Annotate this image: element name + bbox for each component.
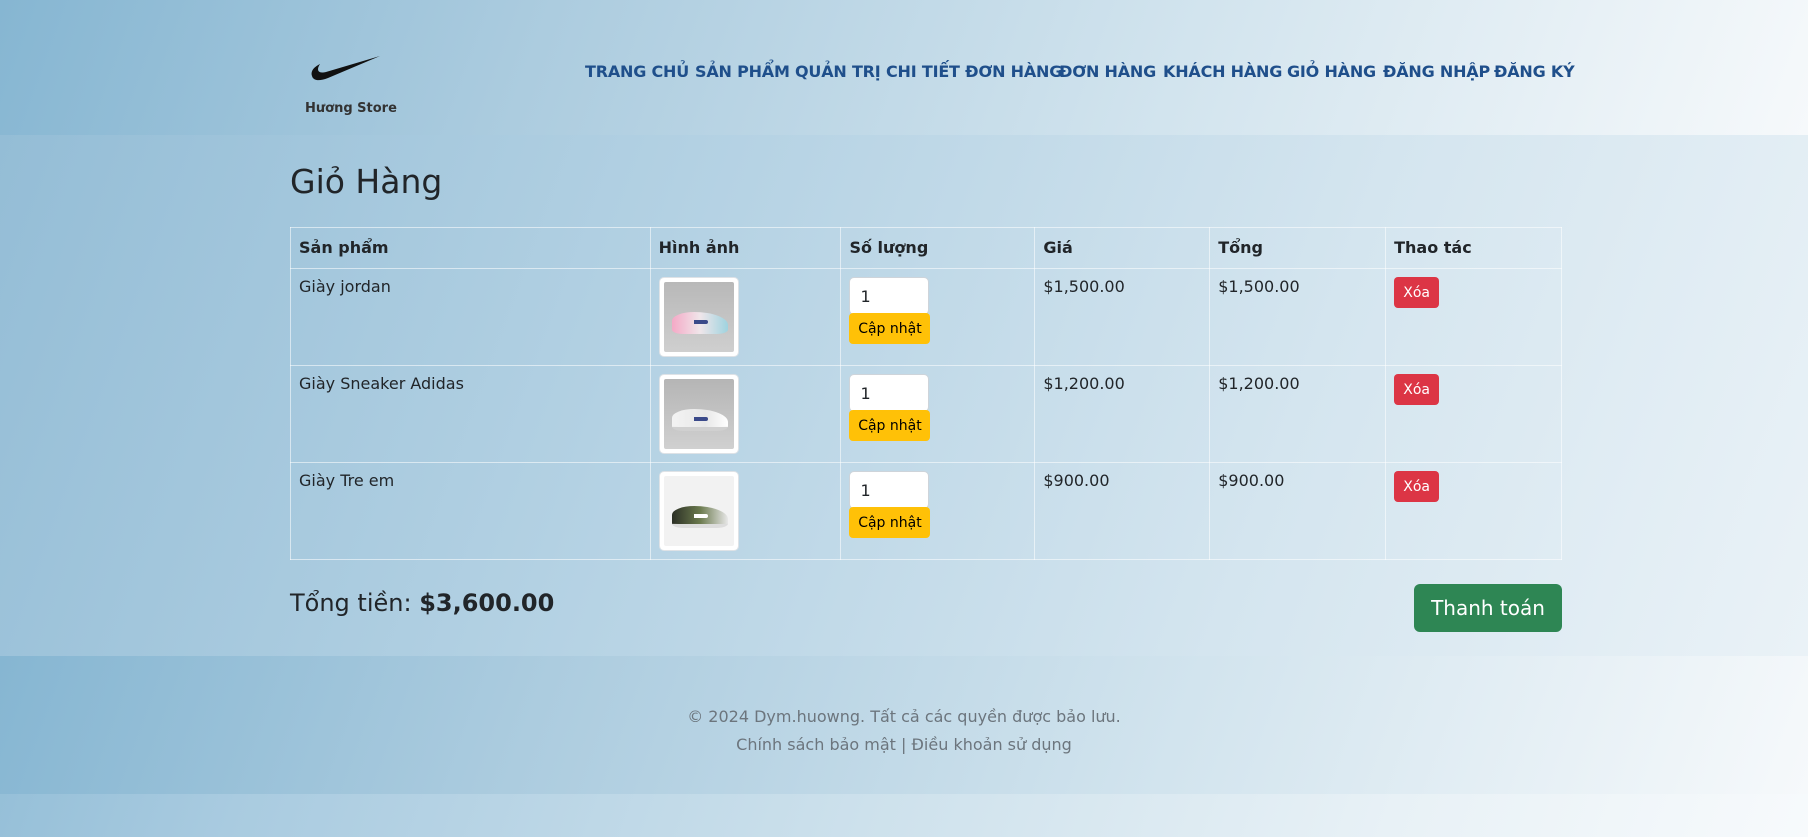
cart-total: Tổng tiền: $3,600.00 <box>290 589 554 617</box>
col-header-image: Hình ảnh <box>649 227 842 269</box>
footer-separator: | <box>901 735 907 754</box>
quantity-input[interactable] <box>849 471 930 509</box>
delete-button[interactable]: Xóa <box>1394 374 1440 405</box>
cart-total-amount: $3,600.00 <box>419 589 555 617</box>
col-header-quantity: Số lượng <box>840 227 1036 269</box>
nav-item-order-details[interactable]: CHI TIẾT ĐƠN HÀNG <box>886 62 1062 81</box>
col-header-product: Sản phẩm <box>290 227 651 269</box>
line-total-cell: $1,200.00 <box>1209 365 1387 463</box>
sneaker-white-image <box>658 374 739 454</box>
price-cell: $900.00 <box>1034 462 1211 560</box>
nav-item-home[interactable]: TRANG CHỦ <box>585 62 689 81</box>
quantity-input[interactable] <box>849 374 930 412</box>
delete-button[interactable]: Xóa <box>1394 471 1440 502</box>
table-row: Giày jordan Cập nhật $1,500.00 $1,500.00… <box>290 268 1562 366</box>
cart-total-label: Tổng tiền: <box>290 589 412 617</box>
nav-item-admin[interactable]: QUẢN TRỊ <box>795 62 881 81</box>
brand-name: Hương Store <box>305 101 397 116</box>
table-header-row: Sản phẩm Hình ảnh Số lượng Giá Tổng Thao… <box>290 227 1562 269</box>
product-name: Giày Tre em <box>290 462 651 560</box>
sneaker-pink-image <box>658 277 739 357</box>
update-button[interactable]: Cập nhật <box>849 507 931 538</box>
brand-logo[interactable]: Hương Store <box>298 48 398 122</box>
product-name: Giày jordan <box>290 268 651 366</box>
col-header-total: Tổng <box>1209 227 1387 269</box>
nav-item-register[interactable]: ĐĂNG KÝ <box>1494 62 1575 81</box>
update-button[interactable]: Cập nhật <box>849 313 931 344</box>
product-name: Giày Sneaker Adidas <box>290 365 651 463</box>
terms-of-use-link[interactable]: Điều khoản sử dụng <box>912 735 1072 754</box>
privacy-policy-link[interactable]: Chính sách bảo mật <box>736 735 896 754</box>
nav-item-customers[interactable]: KHÁCH HÀNG <box>1163 62 1282 81</box>
line-total-cell: $1,500.00 <box>1209 268 1387 366</box>
price-cell: $1,200.00 <box>1034 365 1211 463</box>
nav-item-login[interactable]: ĐĂNG NHẬP <box>1383 62 1490 81</box>
col-header-actions: Thao tác <box>1385 227 1562 269</box>
page-title: Giỏ Hàng <box>290 162 443 201</box>
quantity-input[interactable] <box>849 277 930 315</box>
line-total-cell: $900.00 <box>1209 462 1387 560</box>
footer-links: Chính sách bảo mật | Điều khoản sử dụng <box>0 735 1808 754</box>
price-cell: $1,500.00 <box>1034 268 1211 366</box>
table-row: Giày Sneaker Adidas Cập nhật $1,200.00 $… <box>290 365 1562 463</box>
checkout-button[interactable]: Thanh toán <box>1414 584 1562 632</box>
sneaker-green-image <box>658 471 739 551</box>
nav-item-products[interactable]: SẢN PHẨM <box>695 62 790 81</box>
cart-table: Sản phẩm Hình ảnh Số lượng Giá Tổng Thao… <box>290 227 1562 560</box>
nav-item-orders[interactable]: ĐƠN HÀNG <box>1059 62 1156 81</box>
delete-button[interactable]: Xóa <box>1394 277 1440 308</box>
col-header-price: Giá <box>1034 227 1211 269</box>
nav-item-cart[interactable]: GIỎ HÀNG <box>1287 62 1376 81</box>
nike-swoosh-icon <box>311 56 380 81</box>
footer-copyright: © 2024 Dym.huowng. Tất cả các quyền được… <box>687 707 1121 726</box>
table-row: Giày Tre em Cập nhật $900.00 $900.00 Xóa <box>290 462 1562 560</box>
update-button[interactable]: Cập nhật <box>849 410 931 441</box>
